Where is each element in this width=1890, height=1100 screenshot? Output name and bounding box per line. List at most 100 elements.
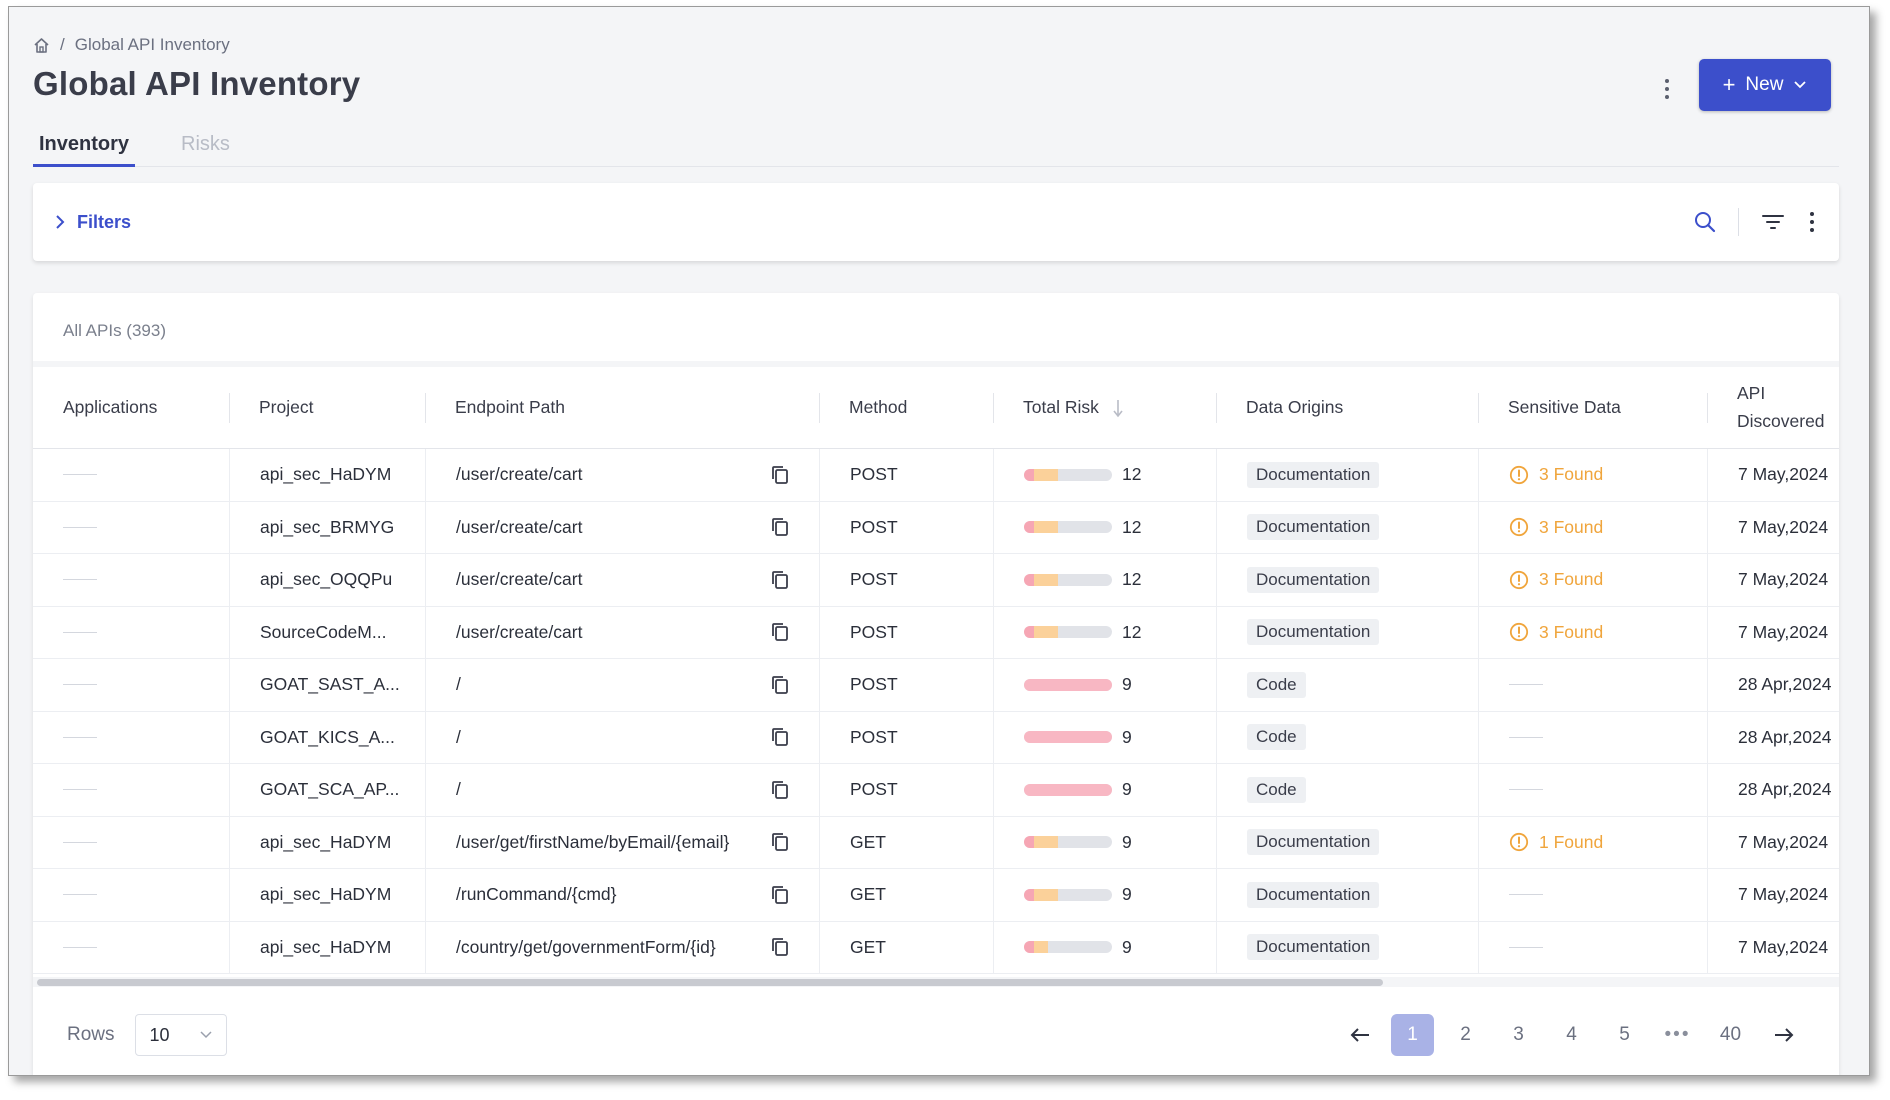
previous-page-arrow-icon[interactable] (1338, 1014, 1381, 1056)
column-header-total-risk[interactable]: Total Risk (993, 367, 1216, 448)
application-cell (33, 764, 229, 816)
application-cell (33, 554, 229, 606)
next-page-arrow-icon[interactable] (1762, 1014, 1805, 1056)
breadcrumb-separator: / (60, 35, 65, 54)
project-cell[interactable]: GOAT_KICS_A... (229, 711, 425, 763)
rows-per-page-select[interactable]: 10 (134, 1014, 227, 1056)
column-header-applications[interactable]: Applications (33, 367, 229, 448)
sensitive-data-found[interactable]: 3 Found (1509, 622, 1603, 643)
sensitive-data-found[interactable]: 3 Found (1509, 569, 1603, 590)
method-cell: GET (819, 816, 993, 868)
tab-inventory[interactable]: Inventory (33, 127, 136, 167)
endpoint-path-cell: /country/get/governmentForm/{id} (425, 921, 819, 973)
table-row[interactable]: SourceCodeM... /user/create/cart POST 12 Doc… (33, 606, 1839, 659)
page-button[interactable]: 4 (1550, 1014, 1593, 1056)
table-row[interactable]: api_sec_HaDYM/user/get/firstName/byEmail… (33, 816, 1839, 869)
application-cell (33, 659, 229, 711)
api-discovered-cell: 7 May,2024 (1707, 449, 1839, 501)
empty-value-dash (1509, 684, 1543, 686)
table-footer: Rows 10 1 2 3 4 5 ••• 40 (33, 987, 1839, 1075)
application-cell (33, 817, 229, 869)
copy-icon[interactable] (771, 517, 789, 537)
sort-descending-icon[interactable] (1113, 398, 1123, 418)
copy-icon[interactable] (771, 885, 789, 905)
sensitive-data-count: 3 Found (1539, 621, 1604, 642)
table-row[interactable]: api_sec_HaDYM/user/create/cart POST 12 Docu… (33, 449, 1839, 502)
column-header-endpoint-path[interactable]: Endpoint Path (425, 367, 819, 448)
sensitive-data-found[interactable]: 3 Found (1509, 517, 1603, 538)
copy-icon[interactable] (771, 622, 789, 642)
project-cell[interactable]: api_sec_HaDYM (229, 921, 425, 973)
column-header-api-discovered[interactable]: API Discovered (1707, 367, 1839, 448)
total-risk-cell: 9 (993, 711, 1216, 763)
copy-icon[interactable] (771, 465, 789, 485)
method-cell: POST (819, 449, 993, 501)
copy-icon[interactable] (771, 832, 789, 852)
data-origin-cell: Code (1216, 764, 1478, 816)
column-header-method[interactable]: Method (819, 367, 993, 448)
page-button[interactable]: 3 (1497, 1014, 1540, 1056)
empty-value-dash (63, 736, 97, 738)
total-risk-cell: 9 (993, 816, 1216, 868)
risk-bar (1024, 888, 1112, 901)
data-origin-tag: Documentation (1247, 829, 1380, 856)
page-button[interactable]: 1 (1391, 1014, 1434, 1056)
project-cell[interactable]: api_sec_HaDYM (229, 816, 425, 868)
project-cell[interactable]: GOAT_SCA_AP... (229, 764, 425, 816)
page-button[interactable]: 40 (1709, 1014, 1752, 1056)
home-icon[interactable] (33, 37, 50, 54)
copy-icon[interactable] (771, 937, 789, 957)
column-header-data-origins[interactable]: Data Origins (1216, 367, 1478, 448)
data-origin-tag: Code (1247, 671, 1306, 698)
sensitive-data-cell: 3 Found (1478, 554, 1707, 606)
page-button[interactable]: 5 (1603, 1014, 1646, 1056)
column-header-sensitive-data[interactable]: Sensitive Data (1478, 367, 1707, 448)
page-button[interactable]: 2 (1444, 1014, 1487, 1056)
table-row[interactable]: GOAT_KICS_A... / POST 9 Code 28 Apr,2024 (33, 711, 1839, 764)
filters-toggle[interactable]: Filters (55, 212, 131, 233)
empty-value-dash (1509, 946, 1543, 948)
project-cell[interactable]: api_sec_HaDYM (229, 869, 425, 921)
data-origin-cell: Code (1216, 711, 1478, 763)
endpoint-path: / (456, 674, 461, 695)
empty-value-dash (1509, 789, 1543, 791)
copy-icon[interactable] (771, 570, 789, 590)
endpoint-path: /user/create/cart (456, 464, 583, 485)
total-risk-cell: 9 (993, 921, 1216, 973)
copy-icon[interactable] (771, 780, 789, 800)
total-risk-cell: 9 (993, 764, 1216, 816)
horizontal-scrollbar[interactable] (33, 977, 1839, 987)
table-row[interactable]: api_sec_OQQPu/user/create/cart POST 12 Docu… (33, 554, 1839, 607)
project-cell[interactable]: api_sec_BRMYG (229, 501, 425, 553)
table-row[interactable]: api_sec_HaDYM/runCommand/{cmd} GET 9 Docume… (33, 869, 1839, 922)
sensitive-data-found[interactable]: 3 Found (1509, 464, 1603, 485)
data-origin-cell: Code (1216, 659, 1478, 711)
table-row[interactable]: GOAT_SAST_A... / POST 9 Code 28 Apr,2024 (33, 659, 1839, 712)
copy-icon[interactable] (771, 727, 789, 747)
project-cell[interactable]: api_sec_OQQPu (229, 554, 425, 606)
table-row[interactable]: GOAT_SCA_AP... / POST 9 Code 28 Apr,2024 (33, 764, 1839, 817)
project-cell[interactable]: api_sec_HaDYM (229, 449, 425, 501)
warning-icon (1509, 622, 1529, 642)
search-icon[interactable] (1694, 211, 1716, 233)
horizontal-scrollbar-thumb[interactable] (37, 979, 1383, 986)
table-row[interactable]: api_sec_BRMYG/user/create/cart POST 12 Docu… (33, 501, 1839, 554)
table-more-menu-icon[interactable] (1807, 212, 1817, 232)
endpoint-path-cell: / (425, 659, 819, 711)
sensitive-data-cell (1478, 764, 1707, 816)
column-filter-icon[interactable] (1761, 213, 1785, 231)
table-row[interactable]: api_sec_HaDYM/country/get/governmentForm… (33, 921, 1839, 974)
project-cell[interactable]: GOAT_SAST_A... (229, 659, 425, 711)
new-button[interactable]: + New (1699, 59, 1831, 111)
copy-icon[interactable] (771, 675, 789, 695)
tab-risks[interactable]: Risks (175, 127, 236, 167)
column-header-project[interactable]: Project (229, 367, 425, 448)
project-cell[interactable]: SourceCodeM... (229, 606, 425, 658)
endpoint-path-cell: /user/get/firstName/byEmail/{email} (425, 816, 819, 868)
sensitive-data-found[interactable]: 1 Found (1509, 832, 1603, 853)
page-more-menu-icon[interactable] (1659, 77, 1675, 101)
api-discovered-cell: 28 Apr,2024 (1707, 711, 1839, 763)
risk-score: 9 (1122, 831, 1132, 852)
method-cell: POST (819, 711, 993, 763)
warning-icon (1509, 570, 1529, 590)
